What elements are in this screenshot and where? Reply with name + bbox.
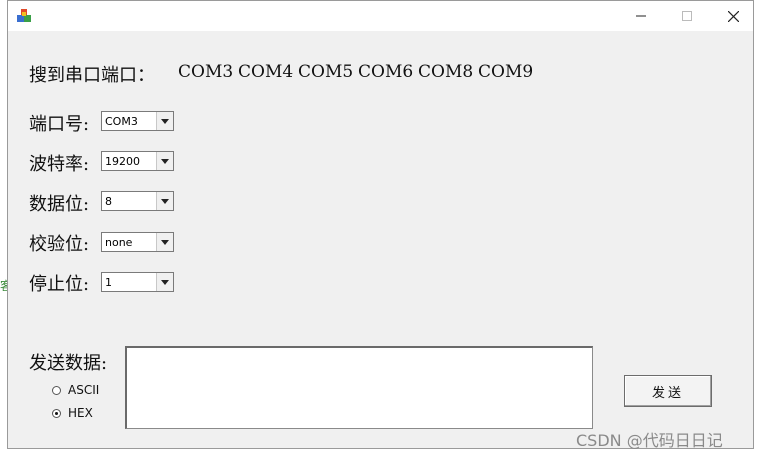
baud-label: 波特率:	[29, 154, 90, 175]
databits-label: 数据位:	[29, 194, 90, 215]
dropdown-arrow-button[interactable]	[156, 112, 173, 130]
dropdown-arrow-button[interactable]	[156, 233, 173, 251]
port-select[interactable]: COM3	[101, 111, 174, 131]
stopbits-select[interactable]: 1	[101, 272, 174, 292]
port-item: COM3	[178, 62, 234, 82]
close-icon	[727, 10, 739, 22]
port-item: COM8	[418, 62, 474, 82]
ascii-radio[interactable]: ASCII	[52, 383, 99, 397]
chevron-down-icon	[161, 198, 169, 204]
ascii-radio-label: ASCII	[68, 383, 100, 397]
port-item: COM6	[358, 62, 414, 82]
port-item: COM9	[478, 62, 534, 82]
port-select-value: COM3	[105, 115, 138, 128]
send-button[interactable]: 发送	[624, 375, 712, 407]
send-data-textarea[interactable]	[125, 346, 593, 429]
maximize-icon	[682, 11, 692, 21]
parity-select[interactable]: none	[101, 232, 174, 252]
dropdown-arrow-button[interactable]	[156, 192, 173, 210]
databits-select[interactable]: 8	[101, 191, 174, 211]
serial-tool-window: 搜到串口端口： COM3 COM4 COM5 COM6 COM8 COM9 端口…	[7, 0, 754, 449]
send-data-label: 发送数据:	[29, 353, 108, 374]
dropdown-arrow-button[interactable]	[156, 273, 173, 291]
hex-radio[interactable]: HEX	[52, 406, 93, 420]
background-text-fragment: 客	[0, 279, 7, 291]
minimize-button[interactable]	[618, 1, 664, 31]
chevron-down-icon	[161, 158, 169, 164]
port-item: COM4	[238, 62, 294, 82]
stopbits-select-value: 1	[105, 276, 112, 289]
hex-radio-label: HEX	[68, 406, 93, 420]
title-bar	[8, 1, 753, 31]
parity-label: 校验位:	[29, 234, 90, 255]
radio-checked-icon	[52, 408, 61, 418]
found-ports-label: 搜到串口端口：	[29, 65, 155, 86]
maximize-button[interactable]	[664, 1, 710, 31]
port-item: COM5	[298, 62, 354, 82]
baud-select[interactable]: 19200	[101, 151, 174, 171]
dropdown-arrow-button[interactable]	[156, 152, 173, 170]
parity-select-value: none	[105, 236, 133, 249]
close-button[interactable]	[710, 1, 756, 31]
minimize-icon	[636, 15, 646, 17]
radio-unchecked-icon	[52, 385, 61, 395]
stopbits-label: 停止位:	[29, 274, 90, 295]
chevron-down-icon	[161, 118, 169, 124]
chevron-down-icon	[161, 239, 169, 245]
app-icon	[16, 8, 32, 24]
chevron-down-icon	[161, 279, 169, 285]
watermark-text: CSDN @代码日日记	[576, 431, 723, 450]
port-label: 端口号:	[29, 114, 90, 135]
databits-select-value: 8	[105, 195, 112, 208]
baud-select-value: 19200	[105, 155, 140, 168]
